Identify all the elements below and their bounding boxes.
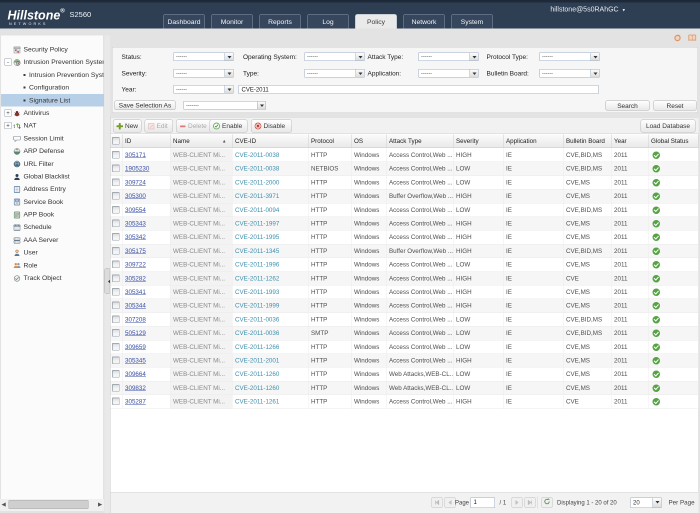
svg-text:t: t <box>14 124 16 130</box>
